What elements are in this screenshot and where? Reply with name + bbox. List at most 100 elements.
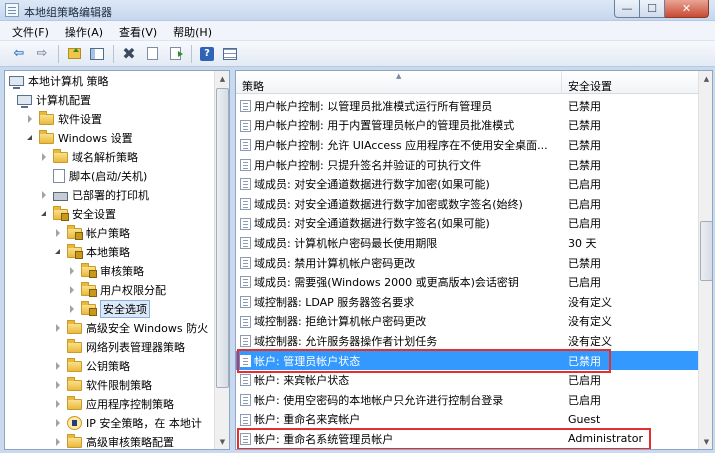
tree-item-security-settings[interactable]: 安全设置 [39, 204, 229, 223]
list-row[interactable]: 域成员: 对安全通道数据进行数字签名(如果可能) 已启用 [236, 214, 699, 234]
ip-security-icon [67, 415, 82, 430]
folder-icon [81, 263, 97, 278]
expand-arrow-icon[interactable] [39, 190, 49, 200]
list-row[interactable]: 域成员: 对安全通道数据进行数字加密或数字签名(始终) 已启用 [236, 194, 699, 214]
collapse-arrow-icon[interactable] [53, 247, 63, 257]
policy-name: 域成员: 对安全通道数据进行数字加密(如果可能) [254, 178, 490, 192]
tree-item-public-key-policies[interactable]: 公钥策略 [53, 356, 229, 375]
expand-arrow-icon[interactable] [67, 285, 77, 295]
tree-item-scripts[interactable]: 脚本(启动/关机) [53, 166, 229, 185]
tree-item-label: 用户权限分配 [100, 283, 166, 297]
list-row[interactable]: 帐户: 重命名系统管理员帐户 Administrator [236, 429, 699, 449]
tree-scrollbar[interactable]: ▲ ▼ [214, 71, 229, 449]
policy-setting: Guest [568, 412, 601, 426]
list-row[interactable]: 域成员: 禁用计算机帐户密码更改 已禁用 [236, 253, 699, 273]
menu-help[interactable]: 帮助(H) [165, 21, 220, 41]
policy-name: 域成员: 禁用计算机帐户密码更改 [254, 256, 416, 270]
tree-item-network-list-manager[interactable]: 网络列表管理器策略 [67, 337, 229, 356]
minimize-button[interactable]: — [614, 0, 640, 18]
scroll-down-icon[interactable]: ▼ [215, 434, 229, 449]
tree-item-deployed-printers[interactable]: 已部署的打印机 [39, 185, 229, 204]
expand-arrow-icon[interactable] [25, 114, 35, 124]
collapse-arrow-icon[interactable] [39, 209, 49, 219]
tree-scroll-thumb[interactable] [216, 88, 229, 388]
tree-item-account-policies[interactable]: 帐户策略 [53, 223, 229, 242]
scroll-up-icon[interactable]: ▲ [215, 71, 229, 86]
list-row[interactable]: 域成员: 需要强(Windows 2000 或更高版本)会话密钥 已启用 [236, 272, 699, 292]
expand-arrow-icon[interactable] [53, 418, 63, 428]
list-row-selected[interactable]: 帐户: 管理员帐户状态 已禁用 [236, 350, 699, 371]
tree-item-ip-security[interactable]: IP 安全策略，在 本地计 [53, 413, 229, 432]
list-row[interactable]: 域成员: 对安全通道数据进行数字加密(如果可能) 已启用 [236, 174, 699, 194]
tree-item-software-settings[interactable]: 软件设置 [25, 109, 229, 128]
list-row[interactable]: 帐户: 使用空密码的本地帐户只允许进行控制台登录 已启用 [236, 390, 699, 410]
list-row[interactable]: 用户帐户控制: 只提升签名并验证的可执行文件 已禁用 [236, 155, 699, 175]
back-arrow-icon[interactable]: ⇦ [8, 44, 30, 64]
tree-item-local-computer-policy[interactable]: 本地计算机 策略 [9, 71, 221, 90]
menu-view[interactable]: 查看(V) [111, 21, 165, 41]
tree-item-application-control[interactable]: 应用程序控制策略 [53, 394, 229, 413]
tree-item-label: 安全选项 [100, 299, 150, 318]
policy-icon [240, 413, 251, 426]
scroll-up-icon[interactable]: ▲ [699, 71, 712, 86]
list-row[interactable]: 域成员: 计算机帐户密码最长使用期限 30 天 [236, 233, 699, 253]
expand-arrow-icon[interactable] [53, 437, 63, 447]
tree-item-label: 应用程序控制策略 [86, 397, 174, 411]
help-button[interactable]: ? [196, 44, 218, 64]
expand-arrow-icon[interactable] [53, 361, 63, 371]
policy-setting: 已启用 [568, 374, 601, 388]
delete-icon[interactable]: ✖ [118, 44, 140, 64]
show-hide-action-pane-button[interactable] [219, 44, 241, 64]
expand-arrow-icon[interactable] [53, 323, 63, 333]
up-folder-button[interactable] [63, 44, 85, 64]
tree-item-local-policies[interactable]: 本地策略 [53, 242, 229, 261]
tree-item-windows-firewall[interactable]: 高级安全 Windows 防火 [53, 318, 229, 337]
policy-setting: 已禁用 [568, 99, 601, 113]
properties-button[interactable] [141, 44, 163, 64]
tree-item-name-resolution-policy[interactable]: 域名解析策略 [39, 147, 229, 166]
list-row[interactable]: 域控制器: LDAP 服务器签名要求 没有定义 [236, 292, 699, 312]
policy-name: 帐户: 管理员帐户状态 [254, 354, 361, 368]
show-hide-tree-button[interactable] [86, 44, 108, 64]
policy-name: 域控制器: LDAP 服务器签名要求 [254, 295, 415, 309]
collapse-arrow-icon[interactable] [25, 133, 35, 143]
tree-item-software-restriction[interactable]: 软件限制策略 [53, 375, 229, 394]
scroll-down-icon[interactable]: ▼ [699, 434, 712, 449]
menu-file[interactable]: 文件(F) [4, 21, 57, 41]
tree-item-audit-policy[interactable]: 审核策略 [67, 261, 229, 280]
expand-arrow-icon[interactable] [53, 380, 63, 390]
list-row[interactable]: 域控制器: 拒绝计算机帐户密码更改 没有定义 [236, 312, 699, 332]
toolbar-separator [113, 44, 114, 63]
tree-item-windows-settings[interactable]: Windows 设置 [25, 128, 229, 147]
close-button[interactable]: ✕ [665, 0, 709, 18]
expand-arrow-icon[interactable] [53, 228, 63, 238]
list-row[interactable]: 用户帐户控制: 允许 UIAccess 应用程序在不使用安全桌面... 已禁用 [236, 135, 699, 155]
list-scroll-thumb[interactable] [700, 221, 712, 281]
tree-item-label: 安全设置 [72, 207, 116, 221]
window-controls: — ☐ ✕ [614, 0, 709, 18]
expand-arrow-icon[interactable] [53, 399, 63, 409]
console-tree-icon [90, 47, 104, 60]
list-row[interactable]: 帐户: 来宾帐户状态 已启用 [236, 370, 699, 390]
expand-arrow-icon[interactable] [67, 266, 77, 276]
column-header-policy[interactable]: 策略 ▲ [236, 71, 562, 94]
list-row[interactable]: 域控制器: 允许服务器操作者计划任务 没有定义 [236, 331, 699, 351]
folder-icon [67, 377, 82, 391]
menu-action[interactable]: 操作(A) [57, 21, 111, 41]
maximize-button[interactable]: ☐ [640, 0, 665, 18]
folder-icon [67, 244, 83, 259]
tree-item-security-options[interactable]: 安全选项 [67, 299, 229, 318]
expand-arrow-icon[interactable] [67, 304, 77, 314]
column-header-setting[interactable]: 安全设置 [562, 71, 699, 94]
list-row[interactable]: 用户帐户控制: 用于内置管理员帐户的管理员批准模式 已禁用 [236, 116, 699, 136]
forward-arrow-icon[interactable]: ⇨ [31, 44, 53, 64]
policy-setting: 已启用 [568, 197, 601, 211]
list-row[interactable]: 用户帐户控制: 以管理员批准模式运行所有管理员 已禁用 [236, 96, 699, 116]
expand-arrow-icon[interactable] [39, 152, 49, 162]
list-row[interactable]: 帐户: 重命名来宾帐户 Guest [236, 410, 699, 430]
tree-item-computer-configuration[interactable]: 计算机配置 [17, 90, 229, 109]
list-scrollbar[interactable]: ▲ ▼ [698, 71, 712, 449]
tree-item-user-rights-assignment[interactable]: 用户权限分配 [67, 280, 229, 299]
tree-item-advanced-audit[interactable]: 高级审核策略配置 [53, 432, 229, 449]
export-list-button[interactable] [164, 44, 186, 64]
